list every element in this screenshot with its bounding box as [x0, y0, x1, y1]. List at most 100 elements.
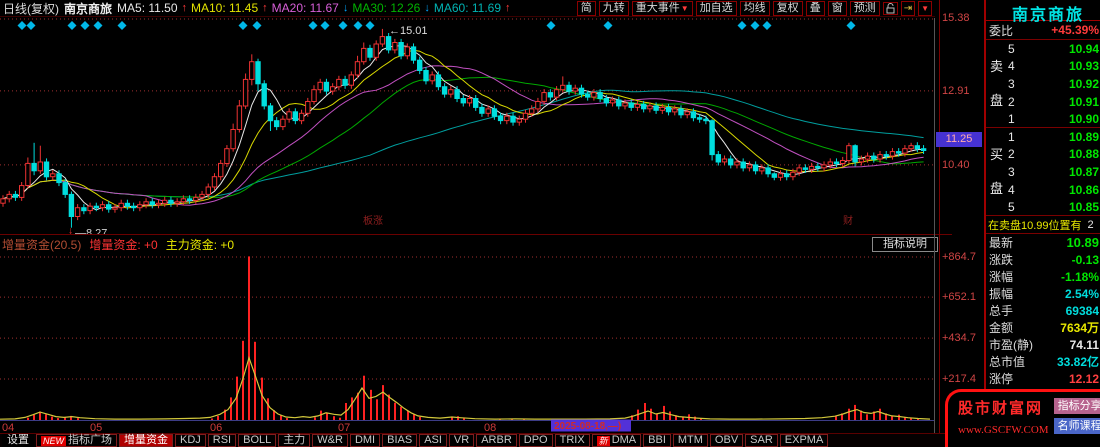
toolbar-button-重大事件[interactable]: 重大事件 ▼	[631, 0, 693, 16]
stock-name-label: 南京商旅	[64, 1, 113, 16]
fundflow-tick-label: +217.4	[942, 373, 976, 386]
candlestick-chart[interactable]: ←15.01↓ —8.27板涨财	[0, 18, 935, 234]
indicator-help-button[interactable]: 指标说明	[872, 236, 938, 252]
toolbar-button-加自选[interactable]: 加自选	[695, 0, 737, 16]
indicator-series2: 主力资金: +0	[165, 237, 235, 252]
chart-axis-divider	[934, 18, 935, 433]
tab-VR[interactable]: VR	[448, 434, 475, 447]
ma-line-20	[2, 65, 924, 206]
badge-teacher-course[interactable]: 名师课程	[1053, 418, 1100, 434]
tab-TRIX[interactable]: TRIX	[554, 434, 590, 447]
weibi-value: +45.39%	[1051, 23, 1099, 37]
new-badge: NEW	[41, 435, 66, 446]
ma-legend-item-2: MA20: 11.67	[271, 1, 339, 15]
tab-KDJ[interactable]: KDJ	[175, 434, 206, 447]
toolbar-dropdown-icon-button[interactable]: ▼	[918, 0, 932, 16]
toolbar: 日线(复权) 南京商旅 MA5: 11.50 ↑ MA10: 11.45 ↑ MA20:…	[0, 0, 935, 17]
tab-设置[interactable]: 设置	[2, 434, 34, 447]
chevron-down-icon: ▼	[680, 3, 689, 13]
toolbar-button-窗[interactable]: 窗	[827, 0, 847, 16]
stat-row-总市值: 总市值 33.82亿	[989, 355, 1099, 369]
chart-watermark-glyph: 板涨	[363, 214, 383, 227]
tab-DMI[interactable]: DMI	[349, 434, 381, 447]
ma-legend-item-0: MA5: 11.50	[117, 1, 178, 15]
tab-ASI[interactable]: ASI	[419, 434, 447, 447]
tab-OBV[interactable]: OBV	[709, 434, 744, 447]
badge-indicator-share[interactable]: 指标分享	[1053, 398, 1100, 414]
high-price-annotation: ←15.01	[389, 25, 428, 37]
site-badges: 指标分享 名师课程	[1053, 398, 1100, 447]
chart-watermark-glyph: 财	[843, 214, 853, 227]
ma-line-10	[2, 49, 924, 209]
buy-queue: 买盘 1 10.89 2 10.88 3 10.87 4 10.86 5 10.85	[986, 128, 1100, 216]
stat-row-涨跌: 涨跌 -0.13	[989, 252, 1099, 268]
fundflow-tick-label: +864.7	[942, 251, 976, 263]
ma-line-5	[2, 45, 924, 211]
trend-up-icon: ↑	[262, 2, 268, 14]
toolbar-button-简[interactable]: 简	[576, 0, 596, 16]
tab-SAR[interactable]: SAR	[745, 434, 778, 447]
tab-DPO[interactable]: DPO	[518, 434, 553, 447]
ma-lines	[2, 45, 924, 211]
tab-EXPMA[interactable]: EXPMA	[779, 434, 829, 447]
indicator-header: 增量资金(20.5) 增量资金: +0 主力资金: +0 指标说明	[0, 234, 952, 252]
fund-flow-chart[interactable]: 04 05 06 07 08 2025-08-18,—)	[0, 252, 935, 433]
weibi-label: 委比	[989, 23, 1014, 38]
price-tick-label: 12.91	[942, 84, 970, 97]
tab-RSI[interactable]: RSI	[207, 434, 237, 447]
jump-to-end-icon-button[interactable]: ⇥	[900, 0, 916, 16]
event-diamond-icons	[17, 21, 856, 30]
stat-row-市盈(静): 市盈(静) 74.11	[989, 337, 1099, 353]
tab-BOLL[interactable]: BOLL	[238, 434, 277, 447]
fundflow-gridlines	[0, 256, 935, 380]
current-price-tag: 11.25	[936, 131, 982, 147]
price-axis: 15.38 12.91 10.40 11.25 +864.7 +652.1 +434.7 +2…	[936, 0, 984, 447]
fundflow-tick-label: +652.1	[942, 291, 976, 304]
tab-MTM[interactable]: MTM	[672, 434, 708, 447]
tab-W&R[interactable]: W&R	[312, 434, 348, 447]
ma-legend-item-3: MA30: 12.26	[352, 1, 421, 15]
price-gridlines	[0, 18, 935, 166]
site-text-block: 股市财富网 www.GSCFW.COM	[958, 397, 1049, 447]
tab-BBI[interactable]: BBI	[643, 434, 671, 447]
price-tick-label: 10.40	[942, 158, 970, 171]
tab-ARBR[interactable]: ARBR	[476, 434, 517, 447]
month-tick-label: 06	[210, 422, 222, 433]
toolbar-button-九转[interactable]: 九转	[598, 0, 629, 16]
new-badge: 新	[596, 435, 610, 446]
fundflow-tick-label: +434.7	[942, 332, 976, 345]
ma-legend-item-1: MA10: 11.45	[191, 1, 259, 15]
tab-DMA[interactable]: 新 DMA	[591, 434, 642, 447]
stats-block: 最新 10.89 涨跌 -0.13 涨幅 -1.18% 振幅 2.54% 总手 69384 金额 76…	[986, 234, 1100, 387]
indicator-name: 增量资金(20.5)	[2, 237, 82, 252]
lock-icon-button[interactable]	[882, 1, 898, 15]
tab-指标广场[interactable]: NEW 指标广场	[36, 434, 117, 447]
toolbar-button-复权[interactable]: 复权	[772, 0, 803, 16]
fundflow-line	[0, 355, 931, 420]
end-date-tag: 2025-08-18,—)	[554, 421, 621, 432]
site-watermark: 股市财富网 www.GSCFW.COM 指标分享 名师课程	[945, 389, 1100, 447]
toolbar-buttons: 简九转 重大事件 ▼ 加自选 均线 复权叠窗预测 ⇥ ▼	[576, 0, 932, 16]
stat-row-最新: 最新 10.89	[989, 235, 1099, 250]
quote-stock-title: 南京商旅	[986, 0, 1100, 24]
toolbar-button-预测[interactable]: 预测	[849, 0, 880, 16]
chart-period-label: 日线(复权)	[3, 1, 59, 16]
site-url: www.GSCFW.COM	[958, 424, 1049, 436]
stock-app-window: 日线(复权) 南京商旅 MA5: 11.50 ↑ MA10: 11.45 ↑ MA20:…	[0, 0, 1100, 447]
trend-down-icon: ↓	[424, 2, 430, 14]
stat-row-涨幅: 涨幅 -1.18%	[989, 269, 1099, 285]
tab-主力[interactable]: 主力	[278, 434, 311, 447]
stat-row-总手: 总手 69384	[989, 303, 1099, 319]
indicator-tabbar: 设置 NEW 指标广场 增量资金 KDJ RSI BOLL 主力 W&R DMI BIAS ASI VR…	[0, 433, 1003, 447]
candles	[0, 28, 927, 228]
toolbar-button-叠[interactable]: 叠	[805, 0, 825, 16]
tab-BIAS[interactable]: BIAS	[382, 434, 418, 447]
trend-up-icon: ↑	[181, 2, 188, 14]
tab-增量资金[interactable]: 增量资金	[119, 434, 173, 447]
order-notice: 在卖盘10.99位置有 2	[986, 216, 1100, 234]
ma-legend-item-4: MA60: 11.69	[433, 1, 502, 15]
trend-down-icon: ↓	[342, 2, 349, 14]
toolbar-button-均线[interactable]: 均线	[739, 0, 770, 16]
site-name: 股市财富网	[958, 400, 1044, 417]
month-tick-label: 05	[90, 422, 102, 433]
